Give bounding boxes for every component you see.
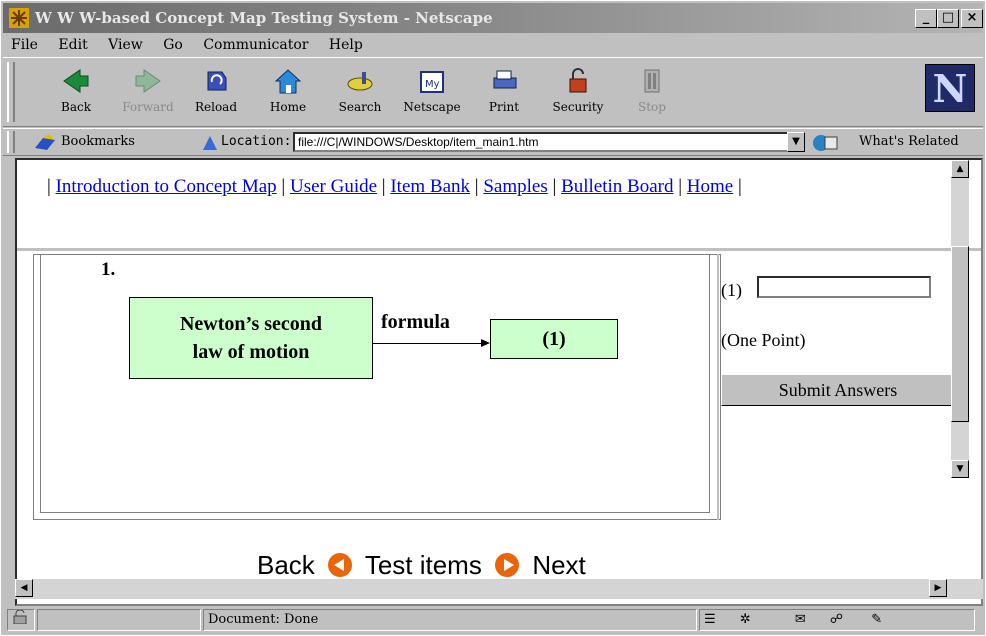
location-label: Location: bbox=[221, 134, 292, 149]
nav-home-link[interactable]: Home bbox=[687, 176, 733, 197]
navigation-toolbar: Back Forward Reload Home Search My Netsc… bbox=[3, 57, 983, 127]
location-grip[interactable] bbox=[7, 131, 15, 153]
concept-map-frame: 1. Newton’s second law of motion formula… bbox=[33, 254, 721, 520]
reload-icon bbox=[207, 71, 227, 91]
whats-related-icon bbox=[813, 135, 838, 151]
security-status-icon[interactable] bbox=[7, 609, 35, 631]
vertical-scrollbar[interactable]: ▲ ▼ bbox=[951, 160, 969, 478]
progress-cell bbox=[37, 609, 201, 631]
status-text: Document: Done bbox=[203, 609, 697, 631]
window-title: W W W-based Concept Map Testing System -… bbox=[35, 9, 493, 27]
location-toolbar: Bookmarks Location: file:///C|/WINDOWS/D… bbox=[3, 128, 983, 156]
close-button[interactable]: × bbox=[961, 9, 983, 28]
test-items-label: Test items bbox=[364, 550, 482, 580]
page-content: | Introduction to Concept Map | User Gui… bbox=[15, 158, 983, 606]
menu-edit[interactable]: Edit bbox=[58, 37, 87, 53]
composer-icon[interactable]: ✎ bbox=[871, 612, 882, 627]
item-number: 1. bbox=[101, 259, 116, 280]
bottom-back-link[interactable]: Back bbox=[257, 550, 315, 580]
search-icon bbox=[347, 72, 373, 91]
menu-communicator[interactable]: Communicator bbox=[203, 37, 308, 53]
search-button[interactable]: Search bbox=[325, 66, 395, 124]
forward-icon bbox=[135, 69, 161, 93]
answer-label: (1) bbox=[721, 280, 742, 300]
back-icon bbox=[63, 69, 89, 93]
discussion-icon[interactable]: ☍ bbox=[830, 612, 843, 627]
location-input[interactable]: file:///C|/WINDOWS/Desktop/item_main1.ht… bbox=[293, 132, 803, 152]
scroll-right-arrow-icon[interactable]: ▶ bbox=[929, 579, 947, 597]
status-bar: Document: Done ☰ ✲ ✉ ☍ ✎ bbox=[3, 607, 983, 633]
browser-window: W W W-based Concept Map Testing System -… bbox=[0, 0, 986, 636]
doc-icon[interactable]: ☰ bbox=[704, 612, 716, 627]
location-icon[interactable] bbox=[201, 134, 219, 152]
menu-file[interactable]: File bbox=[11, 37, 38, 53]
concept-map-area: 1. Newton’s second law of motion formula… bbox=[40, 255, 710, 513]
security-button[interactable]: Security bbox=[543, 66, 613, 124]
navigator-icon[interactable]: ✲ bbox=[740, 612, 751, 627]
forward-button[interactable]: Forward bbox=[113, 66, 183, 124]
nav-bulletin-link[interactable]: Bulletin Board bbox=[561, 176, 673, 197]
menu-help[interactable]: Help bbox=[329, 37, 363, 53]
menu-bar: File Edit View Go Communicator Help bbox=[3, 34, 371, 56]
toolbar-grip[interactable] bbox=[7, 62, 15, 122]
stop-icon bbox=[644, 69, 660, 93]
concept-node-newton: Newton’s second law of motion bbox=[129, 297, 373, 379]
whats-related-button[interactable]: What's Related bbox=[859, 134, 959, 149]
netscape-logo[interactable]: N bbox=[925, 64, 975, 112]
nav-intro-link[interactable]: Introduction to Concept Map bbox=[56, 176, 277, 197]
bottom-next-link[interactable]: Next bbox=[532, 550, 585, 580]
nav-item-bank-link[interactable]: Item Bank bbox=[390, 176, 470, 197]
scroll-left-arrow-icon[interactable]: ◀ bbox=[15, 579, 33, 597]
answer-input[interactable] bbox=[757, 276, 931, 298]
next-arrow-icon[interactable] bbox=[495, 553, 520, 577]
svg-text:My: My bbox=[425, 79, 440, 90]
mail-icon[interactable]: ✉ bbox=[795, 612, 806, 627]
menu-go[interactable]: Go bbox=[163, 37, 183, 53]
maximize-button[interactable]: □ bbox=[937, 9, 959, 28]
netscape-button[interactable]: My Netscape bbox=[397, 66, 467, 124]
link-arrow-line bbox=[373, 343, 485, 344]
answer-frame: (1) (One Point) Submit Answers bbox=[717, 254, 955, 520]
print-button[interactable]: Print bbox=[469, 66, 539, 124]
minimize-button[interactable]: _ bbox=[915, 9, 937, 28]
bookmarks-icon bbox=[35, 134, 55, 150]
home-button[interactable]: Home bbox=[253, 66, 323, 124]
my-netscape-icon: My bbox=[420, 71, 444, 93]
scroll-thumb[interactable] bbox=[951, 246, 969, 422]
component-bar: ☰ ✲ ✉ ☍ ✎ bbox=[699, 609, 975, 631]
scroll-up-arrow-icon[interactable]: ▲ bbox=[951, 160, 969, 178]
arrowhead-icon bbox=[481, 339, 490, 347]
site-nav: | Introduction to Concept Map | User Gui… bbox=[47, 176, 742, 197]
bottom-nav: Back Test items Next bbox=[257, 550, 586, 581]
title-bar: W W W-based Concept Map Testing System -… bbox=[3, 3, 983, 33]
home-icon bbox=[274, 69, 302, 94]
link-label-formula: formula bbox=[381, 311, 450, 333]
points-label: (One Point) bbox=[721, 330, 806, 350]
lock-icon bbox=[569, 68, 587, 93]
concept-node-blank: (1) bbox=[490, 319, 618, 359]
back-arrow-icon[interactable] bbox=[328, 553, 353, 577]
nav-user-guide-link[interactable]: User Guide bbox=[290, 176, 377, 197]
reload-button[interactable]: Reload bbox=[181, 66, 251, 124]
test-frameset: 1. Newton’s second law of motion formula… bbox=[17, 248, 981, 571]
bookmarks-button[interactable]: Bookmarks bbox=[61, 134, 135, 149]
submit-answers-button[interactable]: Submit Answers bbox=[721, 374, 955, 406]
horizontal-scrollbar[interactable]: ◀ ▶ bbox=[15, 579, 983, 599]
print-icon bbox=[493, 70, 517, 89]
menu-view[interactable]: View bbox=[108, 37, 143, 53]
back-button[interactable]: Back bbox=[41, 66, 111, 124]
netscape-app-icon bbox=[9, 8, 29, 28]
stop-button[interactable]: Stop bbox=[617, 66, 687, 124]
scroll-down-arrow-icon[interactable]: ▼ bbox=[951, 460, 969, 478]
nav-samples-link[interactable]: Samples bbox=[483, 176, 547, 197]
location-dropdown-arrow[interactable]: ▼ bbox=[787, 132, 805, 152]
